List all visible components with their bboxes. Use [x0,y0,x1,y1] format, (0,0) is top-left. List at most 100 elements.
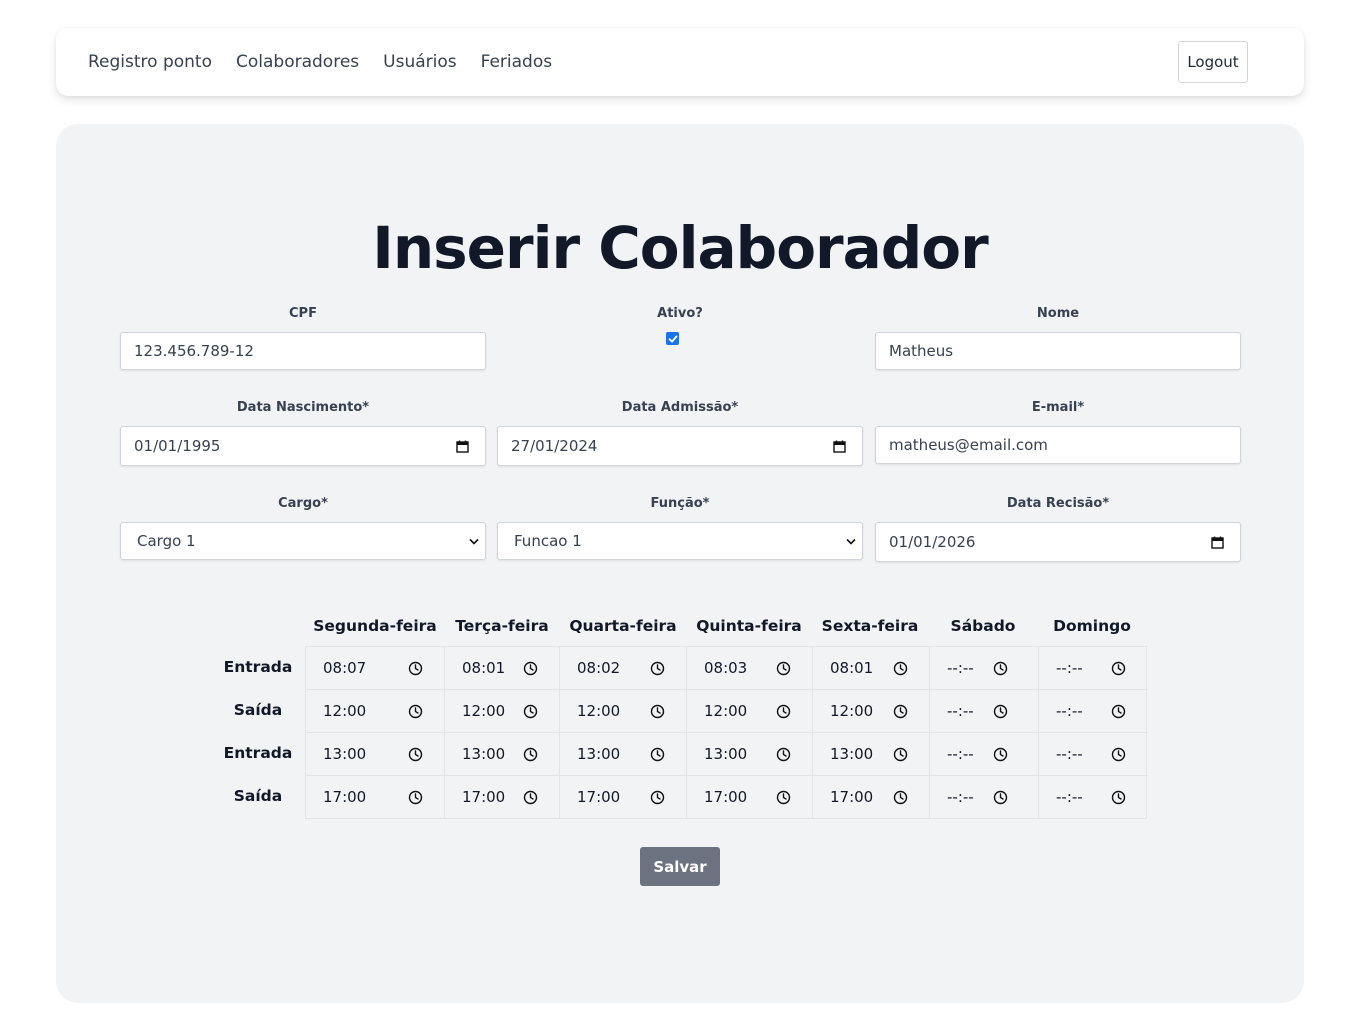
time-input[interactable]: 08:07 [306,647,445,690]
clock-icon[interactable] [993,747,1008,762]
check-icon [668,335,677,342]
nome-label: Nome [1036,306,1080,321]
clock-icon[interactable] [523,747,538,762]
page-title: Inserir Colaborador [372,214,989,282]
time-input[interactable]: 13:00 [813,733,930,776]
time-input[interactable]: 12:00 [445,690,560,733]
clock-icon[interactable] [1111,747,1126,762]
email-label: E-mail* [1031,400,1085,415]
logout-button[interactable]: Logout [1178,41,1248,83]
time-value: --:-- [947,788,974,806]
clock-icon[interactable] [993,704,1008,719]
clock-icon[interactable] [1111,790,1126,805]
clock-icon[interactable] [776,790,791,805]
time-value: 17:00 [323,788,367,806]
chevron-down-icon [467,534,481,548]
clock-icon[interactable] [893,790,908,805]
calendar-icon[interactable] [455,439,469,453]
time-input[interactable]: --:-- [930,647,1039,690]
time-input[interactable]: 08:02 [560,647,687,690]
data-nascimento-label: Data Nascimento* [236,400,370,415]
time-value: 13:00 [830,745,874,763]
save-button[interactable]: Salvar [640,847,720,886]
time-input[interactable]: 12:00 [560,690,687,733]
time-input[interactable]: --:-- [930,733,1039,776]
nav-link-usuarios[interactable]: Usuários [383,52,456,72]
clock-icon[interactable] [523,790,538,805]
data-recisao-input[interactable]: 01/01/2026 [875,522,1241,562]
time-input[interactable]: --:-- [1039,776,1148,819]
time-input[interactable]: --:-- [930,690,1039,733]
funcao-value: Funcao 1 [514,532,582,550]
clock-icon[interactable] [1111,704,1126,719]
clock-icon[interactable] [893,747,908,762]
time-value: 12:00 [830,702,874,720]
ativo-label: Ativo? [657,306,703,321]
time-input[interactable]: 13:00 [687,733,813,776]
time-input[interactable]: 17:00 [687,776,813,819]
clock-icon[interactable] [776,661,791,676]
time-value: 13:00 [704,745,748,763]
time-input[interactable]: 08:01 [813,647,930,690]
clock-icon[interactable] [408,790,423,805]
clock-icon[interactable] [993,661,1008,676]
time-input[interactable]: 12:00 [306,690,445,733]
time-input[interactable]: 08:01 [445,647,560,690]
time-input[interactable]: 08:03 [687,647,813,690]
clock-icon[interactable] [650,661,665,676]
clock-icon[interactable] [893,704,908,719]
nome-input[interactable]: Matheus [875,332,1241,370]
calendar-icon[interactable] [832,439,846,453]
cpf-input[interactable]: 123.456.789-12 [120,332,486,370]
clock-icon[interactable] [523,661,538,676]
time-input[interactable]: --:-- [1039,733,1148,776]
time-input[interactable]: 13:00 [560,733,687,776]
clock-icon[interactable] [408,661,423,676]
time-input[interactable]: 13:00 [445,733,560,776]
time-input[interactable]: --:-- [1039,690,1148,733]
time-input[interactable]: --:-- [1039,647,1148,690]
time-value: 13:00 [462,745,506,763]
clock-icon[interactable] [893,661,908,676]
time-value: 12:00 [462,702,506,720]
cargo-value: Cargo 1 [137,532,196,550]
nav-link-registro-ponto[interactable]: Registro ponto [88,52,212,72]
data-admissao-input[interactable]: 27/01/2024 [497,426,863,466]
clock-icon[interactable] [776,704,791,719]
cpf-label: CPF [289,306,317,321]
time-input[interactable]: --:-- [930,776,1039,819]
clock-icon[interactable] [650,704,665,719]
time-value: --:-- [1056,745,1083,763]
time-input[interactable]: 12:00 [687,690,813,733]
cargo-select[interactable]: Cargo 1 [120,522,486,560]
nav-link-colaboradores[interactable]: Colaboradores [236,52,359,72]
time-input[interactable]: 17:00 [560,776,687,819]
time-value: 17:00 [577,788,621,806]
nav-link-feriados[interactable]: Feriados [481,52,553,72]
clock-icon[interactable] [408,747,423,762]
time-value: 08:01 [462,659,506,677]
time-value: 12:00 [323,702,367,720]
clock-icon[interactable] [650,747,665,762]
email-input[interactable]: matheus@email.com [875,426,1241,464]
time-input[interactable]: 17:00 [813,776,930,819]
time-input[interactable]: 17:00 [445,776,560,819]
data-nascimento-input[interactable]: 01/01/1995 [120,426,486,466]
clock-icon[interactable] [650,790,665,805]
ativo-checkbox[interactable] [666,332,679,345]
clock-icon[interactable] [523,704,538,719]
time-input[interactable]: 17:00 [306,776,445,819]
clock-icon[interactable] [993,790,1008,805]
schedule-table: 08:07 08:01 08:02 08:03 08:01 --:-- --:-- 12:00… [305,646,1148,819]
calendar-icon[interactable] [1210,535,1224,549]
time-input[interactable]: 12:00 [813,690,930,733]
funcao-select[interactable]: Funcao 1 [497,522,863,560]
clock-icon[interactable] [776,747,791,762]
nav-links: Registro ponto Colaboradores Usuários Fe… [88,28,576,96]
cargo-label: Cargo* [278,496,328,511]
clock-icon[interactable] [408,704,423,719]
time-input[interactable]: 13:00 [306,733,445,776]
time-value: --:-- [1056,702,1083,720]
time-value: 12:00 [577,702,621,720]
clock-icon[interactable] [1111,661,1126,676]
